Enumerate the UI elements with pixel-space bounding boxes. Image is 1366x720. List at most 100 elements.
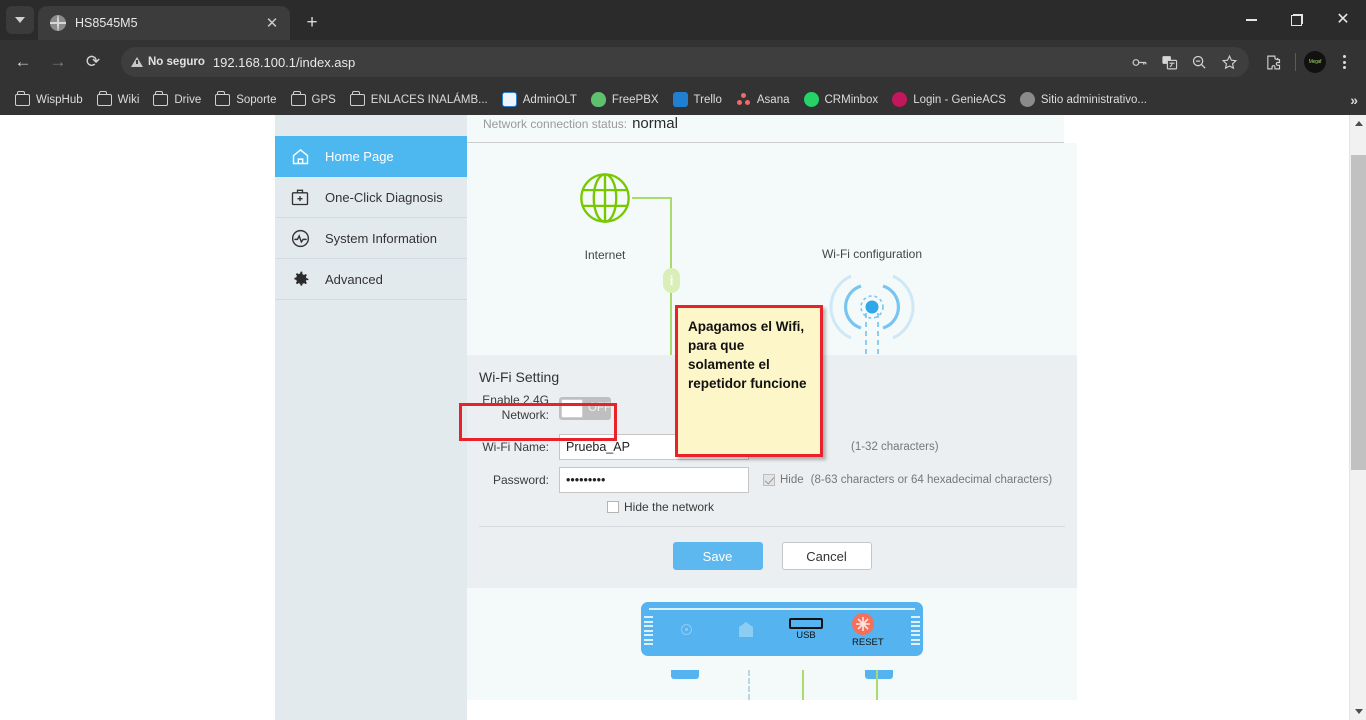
enable-2g-toggle[interactable]: OFF	[559, 397, 611, 420]
usb-port-icon	[789, 618, 823, 629]
save-button[interactable]: Save	[673, 542, 763, 570]
router-foot-left	[671, 670, 699, 679]
sidebar-label: One-Click Diagnosis	[325, 190, 443, 205]
bookmark-label: FreePBX	[612, 94, 659, 106]
enable-2g-label: Enable 2.4GNetwork:	[467, 393, 549, 423]
kebab-menu-icon[interactable]	[1330, 48, 1358, 76]
translate-icon[interactable]	[1155, 48, 1183, 76]
gear-icon	[287, 266, 313, 292]
bookmark-item[interactable]: GPS	[284, 91, 343, 109]
bookmark-item[interactable]: Drive	[146, 91, 208, 109]
network-status-value: normal	[632, 115, 678, 132]
bookmark-star-icon[interactable]	[1215, 48, 1243, 76]
password-row: Password: Hide (8-63 characters or 64 he…	[467, 467, 1077, 493]
trello-site-icon	[673, 92, 688, 107]
router-foot-right	[865, 670, 893, 679]
url-text: 192.168.100.1/index.asp	[213, 55, 355, 70]
wifi-name-label: Wi-Fi Name:	[467, 440, 549, 455]
bookmark-label: Wiki	[118, 94, 140, 106]
tab-title: HS8545M5	[75, 16, 262, 30]
sidebar-label: System Information	[325, 231, 437, 246]
bookmark-item[interactable]: WispHub	[8, 91, 90, 109]
bookmark-item[interactable]: AdminOLT	[495, 89, 584, 110]
toggle-state-label: OFF	[588, 402, 611, 414]
tab-search-button[interactable]	[6, 6, 34, 34]
bookmark-label: AdminOLT	[523, 94, 577, 106]
scroll-up-button[interactable]	[1350, 115, 1366, 132]
sidebar-label: Home Page	[325, 149, 394, 164]
bookmark-item[interactable]: CRMinbox	[797, 89, 886, 110]
bookmarks-bar: WispHub Wiki Drive Soporte GPS ENLACES I…	[0, 84, 1366, 115]
router-sidebar: Home Page One-Click Diagnosis System	[275, 115, 467, 720]
sidebar-item-home-page[interactable]: Home Page	[275, 136, 467, 177]
forward-button[interactable]: →	[43, 47, 73, 77]
navigation-toolbar: ← → ⟳ No seguro 192.168.100.1/index.asp	[0, 40, 1366, 84]
wifi-name-hint: (1-32 characters)	[851, 441, 939, 453]
back-button[interactable]: ←	[8, 47, 38, 77]
bookmark-item[interactable]: Trello	[666, 89, 729, 110]
freepbx-site-icon	[591, 92, 606, 107]
restore-icon	[1291, 14, 1303, 26]
chevron-down-icon	[15, 17, 25, 23]
bookmark-label: Trello	[694, 94, 722, 106]
sidebar-label: Advanced	[325, 272, 383, 287]
bookmark-item[interactable]: Login - GenieACS	[885, 89, 1013, 110]
scrollbar-thumb[interactable]	[1351, 155, 1366, 470]
bookmark-item[interactable]: ENLACES INALÁMB...	[343, 91, 495, 109]
internet-label: Internet	[577, 248, 633, 262]
info-badge-icon: i	[663, 268, 680, 293]
password-hint: (8-63 characters or 64 hexadecimal chara…	[811, 474, 1053, 486]
bookmark-label: ENLACES INALÁMB...	[371, 94, 488, 106]
cancel-button[interactable]: Cancel	[782, 542, 872, 570]
profile-avatar[interactable]: Megaf	[1304, 51, 1326, 73]
security-indicator[interactable]: No seguro	[131, 56, 213, 68]
cable-green-2	[876, 670, 878, 700]
browser-tab[interactable]: HS8545M5 ✕	[38, 6, 290, 40]
bookmark-item[interactable]: Wiki	[90, 91, 147, 109]
close-icon[interactable]: ✕	[262, 13, 282, 33]
bookmark-item[interactable]: Soporte	[208, 91, 283, 109]
folder-icon	[153, 94, 168, 106]
page-scrollbar[interactable]	[1349, 115, 1366, 720]
home-icon	[287, 143, 313, 169]
minimize-button[interactable]	[1228, 0, 1274, 40]
password-input[interactable]	[559, 467, 749, 493]
sidebar-item-one-click-diagnosis[interactable]: One-Click Diagnosis	[275, 177, 467, 218]
hide-network-checkbox[interactable]	[607, 501, 619, 513]
bookmark-label: Asana	[757, 94, 790, 106]
browser-window: HS8545M5 ✕ + ✕ ← → ⟳ No seguro 192.168.1…	[0, 0, 1366, 720]
router-usb-port: USB	[789, 618, 823, 641]
router-device-graphic: USB RESET	[467, 588, 1077, 700]
bookmarks-overflow-button[interactable]: »	[1350, 92, 1358, 108]
genieacs-site-icon	[892, 92, 907, 107]
toggle-knob	[561, 399, 583, 418]
new-tab-button[interactable]: +	[298, 8, 326, 36]
reload-button[interactable]: ⟳	[78, 47, 108, 77]
bookmark-item[interactable]: FreePBX	[584, 89, 666, 110]
zoom-out-icon[interactable]	[1185, 48, 1213, 76]
address-bar[interactable]: No seguro 192.168.100.1/index.asp	[121, 47, 1249, 77]
hide-password-checkbox[interactable]	[763, 474, 775, 486]
globe-icon	[50, 15, 66, 31]
sidebar-item-advanced[interactable]: Advanced	[275, 259, 467, 300]
omnibox-icons	[1125, 48, 1243, 76]
bookmark-label: CRMinbox	[825, 94, 879, 106]
folder-icon	[97, 94, 112, 106]
extensions-puzzle-icon[interactable]	[1259, 48, 1287, 76]
router-vent-left	[644, 616, 653, 648]
sidebar-filler	[275, 300, 467, 700]
hide-network-label: Hide the network	[624, 500, 714, 514]
scroll-down-button[interactable]	[1350, 703, 1366, 720]
router-vent-right	[911, 616, 920, 648]
password-key-icon[interactable]	[1125, 48, 1153, 76]
system-info-icon	[287, 225, 313, 251]
sidebar-item-system-information[interactable]: System Information	[275, 218, 467, 259]
bookmark-item[interactable]: Sitio administrativo...	[1013, 89, 1154, 110]
bookmark-label: Login - GenieACS	[913, 94, 1006, 106]
diagnosis-kit-icon	[287, 184, 313, 210]
maximize-button[interactable]	[1274, 0, 1320, 40]
router-ethernet-port	[735, 620, 757, 643]
bookmark-item[interactable]: Asana	[729, 89, 797, 110]
window-close-button[interactable]: ✕	[1320, 0, 1366, 40]
folder-icon	[215, 94, 230, 106]
